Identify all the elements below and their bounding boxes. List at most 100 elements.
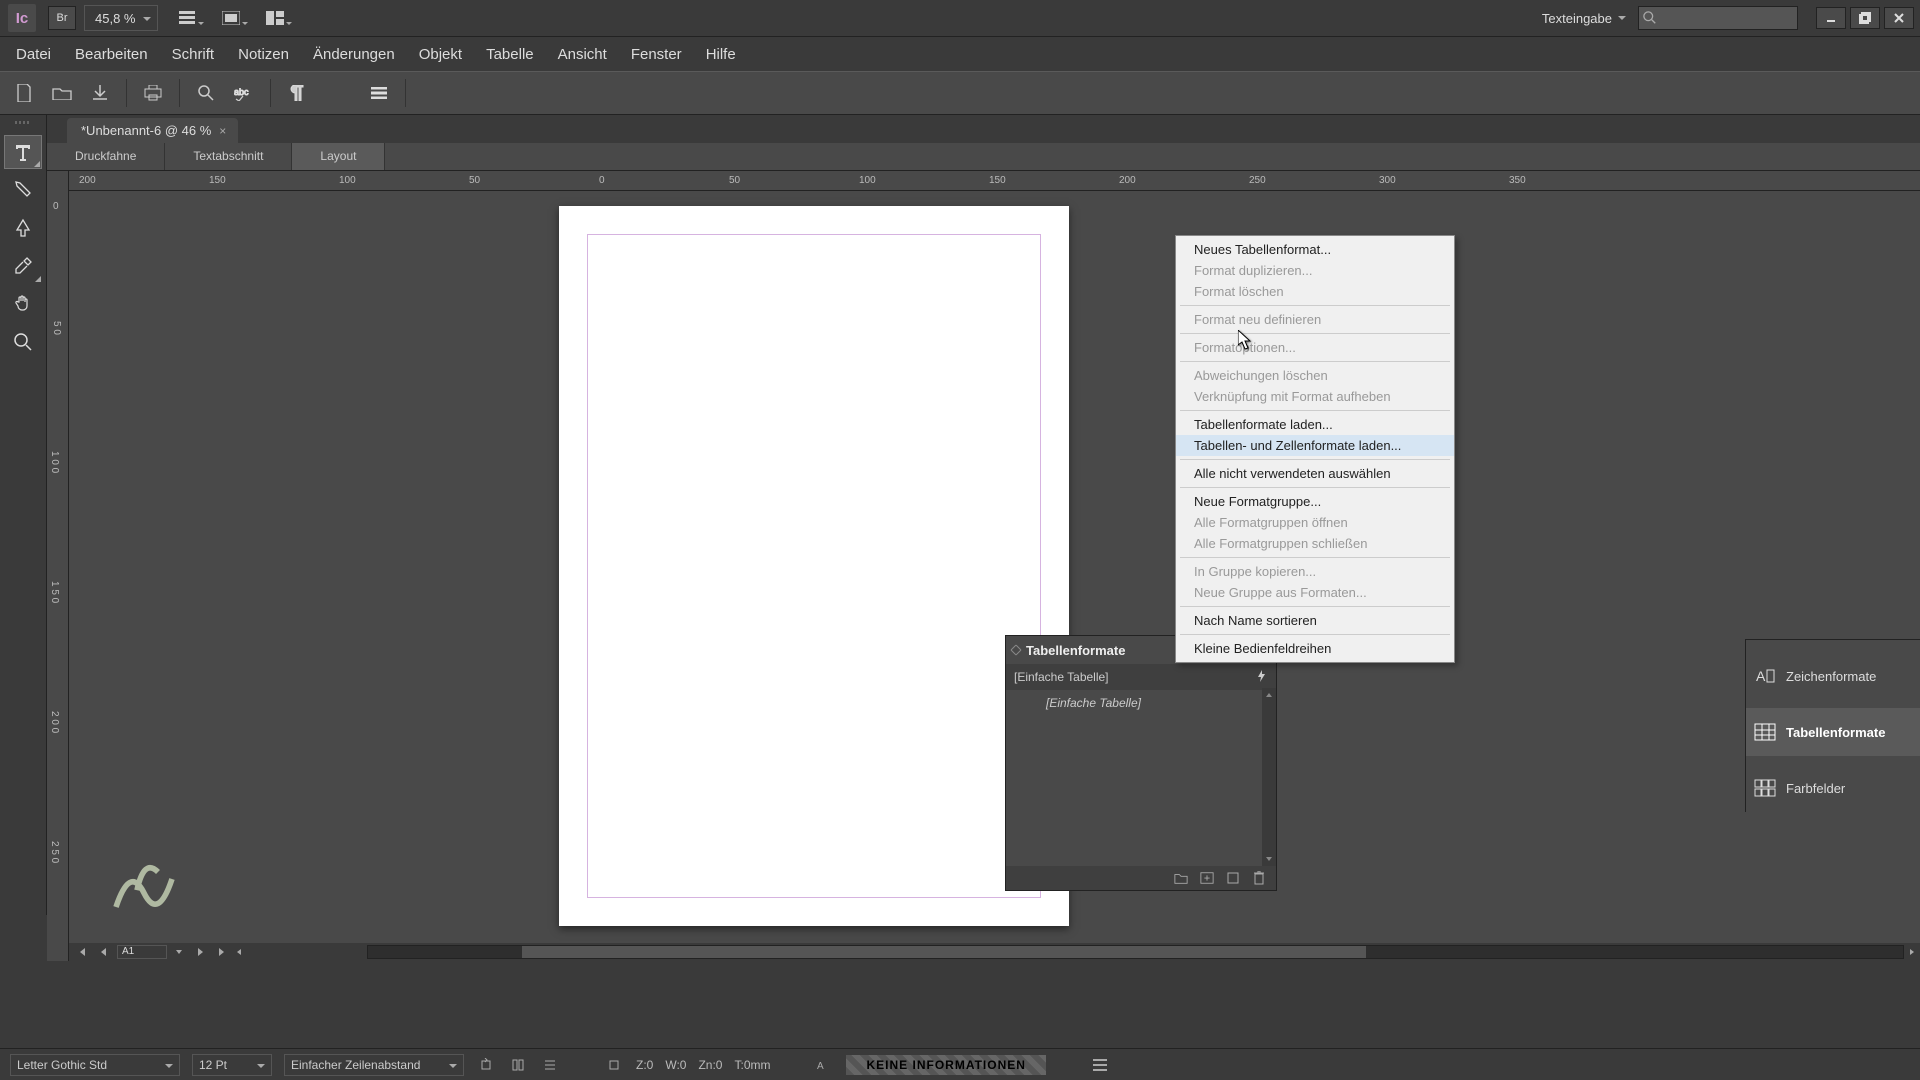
view-options-icon[interactable]	[172, 6, 202, 30]
view-tab-layout[interactable]: Layout	[292, 143, 385, 170]
panel-grip-icon[interactable]	[1010, 644, 1021, 655]
panel-scrollbar[interactable]	[1262, 688, 1276, 866]
menu-hilfe[interactable]: Hilfe	[694, 40, 748, 69]
workspace-dropdown[interactable]: Texteingabe	[1534, 7, 1630, 30]
clear-override-icon[interactable]	[1226, 871, 1240, 885]
font-dropdown[interactable]: Letter Gothic Std	[10, 1054, 180, 1076]
find-icon[interactable]	[194, 81, 218, 105]
menu-aenderungen[interactable]: Änderungen	[301, 40, 407, 69]
context-menu-item: Alle Formatgruppen schließen	[1176, 533, 1454, 554]
next-page-icon[interactable]	[191, 945, 209, 959]
separator	[405, 79, 406, 107]
context-menu-item[interactable]: Tabellen- und Zellenformate laden...	[1176, 435, 1454, 456]
scroll-thumb[interactable]	[522, 946, 1366, 958]
delete-style-icon[interactable]	[1252, 871, 1266, 885]
search-input[interactable]	[1638, 6, 1798, 30]
first-page-icon[interactable]	[73, 945, 91, 959]
ruler-mark: 1 5 0	[49, 581, 60, 603]
context-menu-item[interactable]: Neues Tabellenformat...	[1176, 239, 1454, 260]
dock-farbfelder[interactable]: Farbfelder	[1746, 764, 1920, 812]
hand-tool[interactable]	[4, 287, 42, 321]
dock-tabellenformate[interactable]: Tabellenformate	[1746, 708, 1920, 756]
menu-separator	[1180, 305, 1450, 306]
arrange-docs-icon[interactable]	[260, 6, 290, 30]
dock-item-label: Zeichenformate	[1786, 669, 1876, 684]
save-icon[interactable]	[88, 81, 112, 105]
menu-bearbeiten[interactable]: Bearbeiten	[63, 40, 160, 69]
menu-notizen[interactable]: Notizen	[226, 40, 301, 69]
open-icon[interactable]	[50, 81, 74, 105]
bridge-button[interactable]: Br	[48, 6, 76, 30]
spellcheck-icon[interactable]: abc	[232, 81, 256, 105]
horizontal-scrollbar[interactable]: A1	[69, 943, 1920, 961]
context-menu-item[interactable]: Alle nicht verwendeten auswählen	[1176, 463, 1454, 484]
type-tool[interactable]	[4, 135, 42, 169]
canvas[interactable]	[69, 171, 1920, 961]
context-menu-item: Abweichungen löschen	[1176, 365, 1454, 386]
scroll-right-icon[interactable]	[1904, 945, 1920, 959]
maximize-button[interactable]	[1850, 7, 1880, 29]
context-menu-item[interactable]: Neue Formatgruppe...	[1176, 491, 1454, 512]
context-menu-item[interactable]: Tabellenformate laden...	[1176, 414, 1454, 435]
menu-ansicht[interactable]: Ansicht	[546, 40, 619, 69]
tools-panel	[0, 115, 47, 915]
status-menu-icon[interactable]	[1090, 1055, 1110, 1075]
rotate-icon[interactable]	[476, 1055, 496, 1075]
quick-apply-icon[interactable]	[1256, 670, 1268, 685]
new-folder-icon[interactable]	[1174, 871, 1188, 885]
menu-fenster[interactable]: Fenster	[619, 40, 694, 69]
ruler-mark: 1 0 0	[49, 451, 60, 473]
print-icon[interactable]	[141, 81, 165, 105]
menu-separator	[1180, 361, 1450, 362]
note-tool[interactable]	[4, 173, 42, 207]
menu-schrift[interactable]: Schrift	[160, 40, 227, 69]
columns-icon[interactable]	[508, 1055, 528, 1075]
menu-datei[interactable]: Datei	[4, 40, 63, 69]
stats-icon[interactable]	[604, 1055, 624, 1075]
document-tab[interactable]: *Unbenannt-6 @ 46 % ×	[67, 118, 238, 143]
zoom-dropdown[interactable]: 45,8 %	[84, 5, 158, 31]
new-doc-icon[interactable]	[12, 81, 36, 105]
swatches-icon	[1754, 779, 1776, 797]
menu-separator	[1180, 606, 1450, 607]
context-menu-item[interactable]: Nach Name sortieren	[1176, 610, 1454, 631]
position-tool[interactable]	[4, 211, 42, 245]
eyedropper-tool[interactable]	[4, 249, 42, 283]
view-tab-textabschnitt[interactable]: Textabschnitt	[165, 143, 292, 170]
menu-tabelle[interactable]: Tabelle	[474, 40, 546, 69]
context-menu-item: Neue Gruppe aus Formaten...	[1176, 582, 1454, 603]
scroll-track[interactable]	[367, 945, 1904, 959]
overset-icon[interactable]: A	[814, 1055, 834, 1075]
panel-menu-icon[interactable]	[367, 81, 391, 105]
paragraph-icon[interactable]	[285, 81, 309, 105]
page-field[interactable]: A1	[117, 945, 167, 959]
no-info-label: KEINE INFORMATIONEN	[846, 1055, 1045, 1075]
panel-head-item[interactable]: [Einfache Tabelle]	[1014, 670, 1109, 684]
align-icon[interactable]	[540, 1055, 560, 1075]
close-tab-icon[interactable]: ×	[219, 124, 226, 138]
context-menu-item: Alle Formatgruppen öffnen	[1176, 512, 1454, 533]
font-size-dropdown[interactable]: 12 Pt	[192, 1054, 272, 1076]
panel-list-item[interactable]: [Einfache Tabelle]	[1006, 690, 1276, 716]
dock-item-label: Tabellenformate	[1786, 725, 1885, 740]
dock-zeichenformate[interactable]: A Zeichenformate	[1746, 652, 1920, 700]
zn-value: Zn:0	[698, 1058, 722, 1072]
status-bar: Letter Gothic Std 12 Pt Einfacher Zeilen…	[0, 1048, 1920, 1080]
close-button[interactable]	[1884, 7, 1914, 29]
scroll-left-icon[interactable]	[231, 945, 247, 959]
screen-mode-icon[interactable]	[216, 6, 246, 30]
page-dropdown-icon[interactable]	[171, 945, 187, 959]
minimize-button[interactable]	[1816, 7, 1846, 29]
leading-dropdown[interactable]: Einfacher Zeilenabstand	[284, 1054, 464, 1076]
menu-objekt[interactable]: Objekt	[407, 40, 474, 69]
last-page-icon[interactable]	[213, 945, 231, 959]
context-menu-item[interactable]: Kleine Bedienfeldreihen	[1176, 638, 1454, 659]
context-menu-item: Format neu definieren	[1176, 309, 1454, 330]
new-style-icon[interactable]	[1200, 871, 1214, 885]
context-menu-item: In Gruppe kopieren...	[1176, 561, 1454, 582]
page	[559, 206, 1069, 926]
view-tab-druckfahne[interactable]: Druckfahne	[47, 143, 165, 170]
prev-page-icon[interactable]	[95, 945, 113, 959]
context-menu-item: Verknüpfung mit Format aufheben	[1176, 386, 1454, 407]
zoom-tool[interactable]	[4, 325, 42, 359]
